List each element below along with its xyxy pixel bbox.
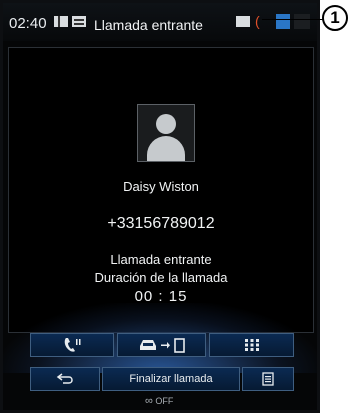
device-bezel: 02:40 Llamada entrante ( Daisy Wiston +3… [0,0,320,413]
phone-number: +33156789012 [107,215,215,232]
menu-icon [262,372,274,386]
contact-name: Daisy Wiston [123,179,199,194]
transfer-to-phone-button[interactable] [117,333,206,357]
finish-call-label: Finalizar llamada [129,373,213,385]
active-call-button[interactable] [276,14,290,29]
avatar-body-icon [147,136,185,161]
avatar-head-icon [156,114,176,134]
voice-recognition-icon: ∞ [145,395,153,407]
callout-line [262,19,327,20]
keypad-button[interactable] [209,333,294,357]
call-status: Llamada entrante [110,252,212,267]
voice-off-label: OFF [155,396,174,406]
back-arrow-icon [56,373,73,384]
finish-call-button[interactable]: Finalizar llamada [102,367,240,391]
status-bar: 02:40 Llamada entrante ( [3,3,317,41]
handset-button[interactable] [30,333,114,357]
handset-icon [64,338,81,352]
contact-avatar [137,104,195,162]
media-icon [54,16,68,27]
call-panel: Daisy Wiston +33156789012 Llamada entran… [8,47,314,333]
screen: 02:40 Llamada entrante ( Daisy Wiston +3… [3,3,317,410]
back-button[interactable] [30,367,100,391]
radio-icon [72,16,86,27]
page-title: Llamada entrante [94,17,203,33]
callout-marker: 1 [322,5,348,31]
status-button[interactable] [294,14,310,29]
phone-status-icon: ( [255,13,260,29]
menu-button[interactable] [242,367,294,391]
duration-label: Duración de la llamada [94,270,228,285]
car-to-phone-icon [139,338,185,353]
notification-icon [236,16,250,27]
clock: 02:40 [9,15,47,32]
keypad-icon [244,339,259,351]
voice-off-indicator: ∞ OFF [145,395,173,407]
